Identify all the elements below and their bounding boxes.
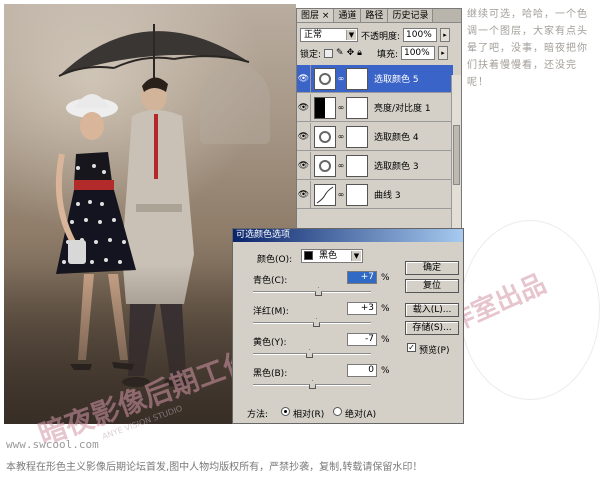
colors-select[interactable]: 黑色 ▼ — [301, 249, 363, 263]
yellow-slider[interactable] — [253, 349, 371, 359]
layers-panel: 图层 × 通道 路径 历史记录 正常 ▼ 不透明度: 100% ▸ 锁定: ✎ … — [296, 8, 462, 252]
tutorial-note: 继续可选，哈哈，一个色调一个图层，大家有点头晕了吧，没事，暗夜把你们扶着慢慢看，… — [467, 9, 588, 88]
magenta-input[interactable]: +3 — [347, 302, 377, 315]
layer-name: 曲线 3 — [374, 191, 401, 201]
lock-transparent-icon[interactable] — [324, 48, 334, 58]
eye-icon[interactable]: 👁︎ — [297, 152, 311, 179]
preview-label: 预览(P) — [419, 346, 450, 356]
blend-mode-value: 正常 — [304, 30, 323, 40]
layers-scrollbar[interactable] — [451, 75, 461, 251]
eye-icon[interactable]: 👁︎ — [297, 65, 311, 92]
cyan-slider[interactable] — [253, 287, 371, 297]
black-input[interactable]: 0 — [347, 364, 377, 377]
layer-mask-thumb[interactable] — [346, 96, 368, 119]
absolute-radio-label: 绝对(A) — [345, 410, 377, 420]
layer-row[interactable]: 👁︎ ∞ 曲线 3 — [297, 181, 453, 209]
eye-icon[interactable]: 👁︎ — [297, 94, 311, 121]
magenta-slider[interactable] — [253, 318, 371, 328]
yellow-label: 黄色(Y): — [253, 338, 287, 348]
opacity-input[interactable]: 100% — [403, 28, 438, 42]
scrollbar-thumb[interactable] — [453, 125, 460, 185]
slider-knob[interactable] — [306, 349, 313, 358]
layer-mask-thumb[interactable] — [346, 183, 368, 206]
site-url: www.swcool.com — [6, 438, 99, 451]
tab-history[interactable]: 历史记录 — [388, 9, 434, 22]
blend-opacity-row: 正常 ▼ 不透明度: 100% ▸ — [297, 26, 461, 44]
load-button[interactable]: 载入(L)... — [405, 303, 459, 317]
opacity-flyout-button[interactable]: ▸ — [440, 28, 451, 42]
selective-color-dialog: 可选颜色选项 颜色(O): 黑色 ▼ 青色(C): +7 % 洋红(M): +3… — [232, 228, 464, 424]
slider-knob[interactable] — [313, 318, 320, 327]
layer-row[interactable]: 👁︎ ∞ 选取颜色 4 — [297, 123, 453, 151]
brightness-contrast-thumb-icon — [314, 96, 336, 119]
slider-knob[interactable] — [315, 287, 322, 296]
link-icon: ∞ — [337, 161, 345, 170]
layer-mask-thumb[interactable] — [346, 154, 368, 177]
layer-row[interactable]: 👁︎ ∞ 选取颜色 5 — [297, 65, 453, 93]
layer-row[interactable]: 👁︎ ∞ 选取颜色 3 — [297, 152, 453, 180]
absolute-radio[interactable] — [333, 407, 342, 416]
black-slider[interactable] — [253, 380, 371, 390]
eye-icon[interactable]: 👁︎ — [297, 181, 311, 208]
layer-name: 选取颜色 4 — [374, 133, 419, 143]
preview-checkbox[interactable]: ✓ — [407, 343, 416, 352]
layer-name: 选取颜色 3 — [374, 162, 419, 172]
link-icon: ∞ — [337, 103, 345, 112]
yellow-input[interactable]: -7 — [347, 333, 377, 346]
chevron-down-icon: ▼ — [351, 251, 361, 261]
color-swatch — [304, 251, 313, 260]
tab-channels[interactable]: 通道 — [334, 9, 362, 22]
yellow-percent-label: % — [381, 335, 390, 345]
black-percent-label: % — [381, 366, 390, 376]
layer-name: 选取颜色 5 — [374, 75, 419, 85]
decorative-swirl — [460, 220, 600, 400]
save-button[interactable]: 存储(S)... — [405, 321, 459, 335]
black-label: 黑色(B): — [253, 369, 288, 379]
cyan-input[interactable]: +7 — [347, 271, 377, 284]
tab-paths[interactable]: 路径 — [361, 9, 389, 22]
colors-select-value: 黑色 — [319, 251, 338, 261]
curves-thumb-icon — [314, 183, 336, 206]
lock-all-icon[interactable]: 🔒︎ — [357, 48, 362, 58]
magenta-label: 洋红(M): — [253, 307, 289, 317]
link-icon: ∞ — [337, 74, 345, 83]
selective-color-thumb-icon — [314, 67, 336, 90]
eye-icon[interactable]: 👁︎ — [297, 123, 311, 150]
screenshot-canvas: 暗夜影像后期工作室出品 暗夜影像后期工作室出品 ANYE VISION STUD… — [0, 0, 600, 480]
cyan-percent-label: % — [381, 273, 390, 283]
layer-row[interactable]: 👁︎ ∞ 亮度/对比度 1 — [297, 94, 453, 122]
relative-radio[interactable] — [281, 407, 290, 416]
selective-color-thumb-icon — [314, 125, 336, 148]
link-icon: ∞ — [337, 132, 345, 141]
blend-mode-select[interactable]: 正常 ▼ — [300, 28, 358, 42]
selective-color-thumb-icon — [314, 154, 336, 177]
opacity-label: 不透明度: — [361, 31, 401, 42]
relative-radio-label: 相对(R) — [293, 410, 325, 420]
reset-button[interactable]: 复位 — [405, 279, 459, 293]
fill-label: 填充: — [376, 49, 398, 60]
layer-mask-thumb[interactable] — [346, 125, 368, 148]
cyan-label: 青色(C): — [253, 276, 288, 286]
lock-label: 锁定: — [300, 49, 322, 60]
layer-mask-thumb[interactable] — [346, 67, 368, 90]
fill-flyout-button[interactable]: ▸ — [437, 46, 448, 60]
lock-fill-row: 锁定: ✎ ✥ 🔒︎ 填充: 100% ▸ — [297, 44, 461, 62]
lock-position-icon[interactable]: ✥ — [347, 48, 355, 58]
method-label: 方法: — [247, 410, 269, 420]
lock-pixels-icon[interactable]: ✎ — [336, 48, 344, 58]
fill-input[interactable]: 100% — [400, 46, 435, 60]
chevron-down-icon: ▼ — [346, 30, 356, 40]
dialog-title: 可选颜色选项 — [233, 229, 463, 242]
colors-label: 颜色(O): — [257, 255, 293, 265]
copyright-footer: 本教程在形色主义影像后期论坛首发,图中人物均版权所有，严禁抄袭，复制,转载请保留… — [6, 462, 423, 473]
layer-name: 亮度/对比度 1 — [374, 104, 431, 114]
magenta-percent-label: % — [381, 304, 390, 314]
panel-tabs: 图层 × 通道 路径 历史记录 — [297, 9, 461, 23]
link-icon: ∞ — [337, 190, 345, 199]
tab-layers[interactable]: 图层 × — [297, 9, 335, 22]
ok-button[interactable]: 确定 — [405, 261, 459, 275]
slider-knob[interactable] — [309, 380, 316, 389]
